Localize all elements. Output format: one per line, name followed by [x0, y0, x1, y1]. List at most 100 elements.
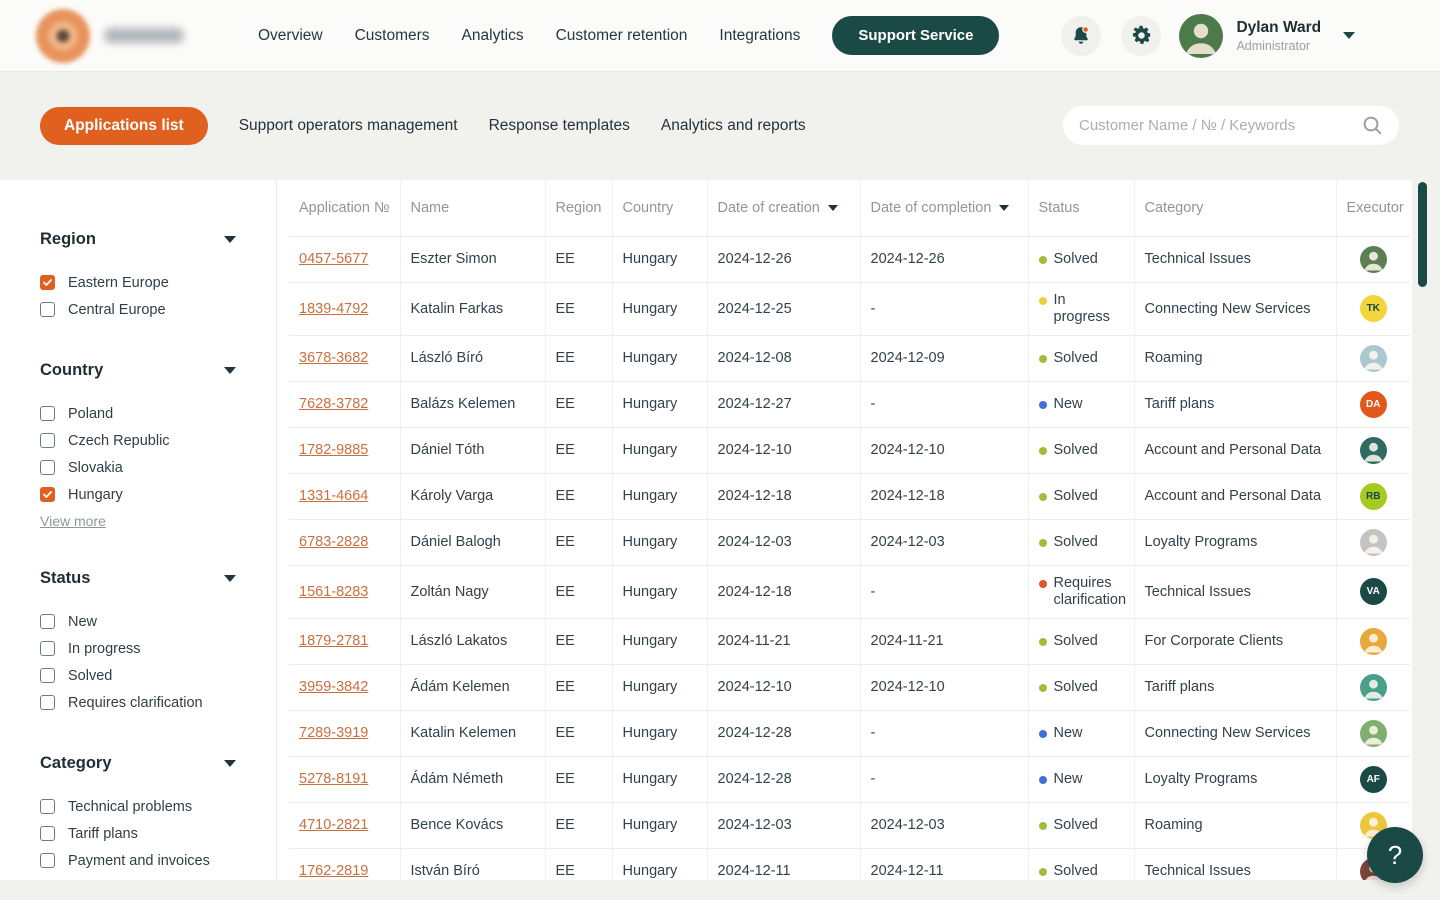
- executor-avatar-initials[interactable]: RB: [1360, 483, 1387, 510]
- country-cell: Hungary: [612, 848, 707, 880]
- executor-avatar-photo[interactable]: [1360, 437, 1387, 464]
- status-dot-requires_clarification: [1039, 580, 1047, 588]
- executor-avatar-photo[interactable]: [1360, 246, 1387, 273]
- sort-descending-icon[interactable]: [828, 205, 838, 211]
- tab-response-templates[interactable]: Response templates: [489, 117, 630, 135]
- application-number-link[interactable]: 1782-9885: [299, 442, 368, 458]
- filter-option-in-progress[interactable]: In progress: [40, 635, 236, 662]
- filter-option-hungary[interactable]: Hungary: [40, 481, 236, 508]
- search-input[interactable]: [1079, 117, 1362, 134]
- brand-logo[interactable]: [36, 9, 236, 63]
- settings-button[interactable]: [1121, 16, 1161, 56]
- region-cell: EE: [545, 756, 612, 802]
- application-number-link[interactable]: 7628-3782: [299, 396, 368, 412]
- filter-header-region[interactable]: Region: [40, 230, 236, 249]
- executor-avatar-photo[interactable]: [1360, 674, 1387, 701]
- executor-avatar-initials[interactable]: TK: [1360, 295, 1387, 322]
- application-number-link[interactable]: 4710-2821: [299, 817, 368, 833]
- filter-header-country[interactable]: Country: [40, 361, 236, 380]
- country-cell: Hungary: [612, 282, 707, 335]
- nav-link-overview[interactable]: Overview: [258, 27, 323, 45]
- status-indicator: New: [1039, 725, 1124, 742]
- checkbox[interactable]: [40, 614, 55, 629]
- help-button[interactable]: ?: [1367, 827, 1423, 883]
- filter-header-category[interactable]: Category: [40, 754, 236, 773]
- tab-analytics-and-reports[interactable]: Analytics and reports: [661, 117, 806, 135]
- filter-header-status[interactable]: Status: [40, 569, 236, 588]
- application-number-link[interactable]: 1879-2781: [299, 633, 368, 649]
- view-more-link[interactable]: View more: [40, 513, 106, 529]
- application-number-link[interactable]: 7289-3919: [299, 725, 368, 741]
- filter-option-label: New: [68, 614, 97, 630]
- search-box[interactable]: [1063, 106, 1399, 145]
- executor-avatar-initials[interactable]: AF: [1360, 766, 1387, 793]
- executor-avatar-photo[interactable]: [1360, 628, 1387, 655]
- region-cell: EE: [545, 381, 612, 427]
- executor-avatar-photo[interactable]: [1360, 529, 1387, 556]
- support-service-button[interactable]: Support Service: [832, 16, 999, 55]
- checkbox[interactable]: [40, 460, 55, 475]
- application-number-link[interactable]: 1762-2819: [299, 863, 368, 879]
- filter-option-solved[interactable]: Solved: [40, 662, 236, 689]
- application-number-link[interactable]: 6783-2828: [299, 534, 368, 550]
- checkbox-checked[interactable]: [40, 487, 55, 502]
- checkbox[interactable]: [40, 826, 55, 841]
- sort-descending-icon[interactable]: [999, 205, 1009, 211]
- status-dot-solved: [1039, 638, 1047, 646]
- checkbox[interactable]: [40, 695, 55, 710]
- application-number-link[interactable]: 0457-5677: [299, 251, 368, 267]
- nav-link-analytics[interactable]: Analytics: [462, 27, 524, 45]
- table-row: 6783-2828Dániel BaloghEEHungary2024-12-0…: [289, 519, 1410, 565]
- executor-avatar-photo[interactable]: [1360, 720, 1387, 747]
- filter-option-tariff-plans[interactable]: Tariff plans: [40, 820, 236, 847]
- filter-option-eastern-europe[interactable]: Eastern Europe: [40, 269, 236, 296]
- application-number-link[interactable]: 3678-3682: [299, 350, 368, 366]
- executor-avatar-photo[interactable]: [1360, 345, 1387, 372]
- checkbox-checked[interactable]: [40, 275, 55, 290]
- filter-option-slovakia[interactable]: Slovakia: [40, 454, 236, 481]
- tab-support-operators-management[interactable]: Support operators management: [239, 117, 458, 135]
- tab-applications-list[interactable]: Applications list: [40, 107, 208, 145]
- filter-option-technical-problems[interactable]: Technical problems: [40, 793, 236, 820]
- table-row: 1762-2819István BíróEEHungary2024-12-112…: [289, 848, 1410, 880]
- application-number-link[interactable]: 5278-8191: [299, 771, 368, 787]
- column-header-label: Category: [1145, 200, 1204, 216]
- filter-option-payment-and-invoices[interactable]: Payment and invoices: [40, 847, 236, 874]
- filter-option-central-europe[interactable]: Central Europe: [40, 296, 236, 323]
- category-cell: Roaming: [1134, 802, 1336, 848]
- filter-option-requires-clarification[interactable]: Requires clarification: [40, 689, 236, 716]
- date-of-creation-cell: 2024-12-25: [707, 282, 860, 335]
- nav-link-integrations[interactable]: Integrations: [719, 27, 800, 45]
- checkbox[interactable]: [40, 406, 55, 421]
- application-number-link[interactable]: 1561-8283: [299, 584, 368, 600]
- date-of-creation-cell: 2024-12-11: [707, 848, 860, 880]
- category-cell: Connecting New Services: [1134, 282, 1336, 335]
- checkbox[interactable]: [40, 853, 55, 868]
- status-label: New: [1054, 725, 1083, 742]
- column-header-region: Region: [545, 180, 612, 236]
- notifications-button[interactable]: [1061, 16, 1101, 56]
- date-of-completion-cell: -: [860, 381, 1028, 427]
- view-more-link[interactable]: View more: [40, 879, 106, 880]
- filter-option-czech-republic[interactable]: Czech Republic: [40, 427, 236, 454]
- date-of-completion-cell: 2024-12-10: [860, 427, 1028, 473]
- nav-link-customer-retention[interactable]: Customer retention: [556, 27, 688, 45]
- table-scrollbar-thumb[interactable]: [1418, 182, 1427, 287]
- nav-link-customers[interactable]: Customers: [355, 27, 430, 45]
- checkbox[interactable]: [40, 799, 55, 814]
- checkbox[interactable]: [40, 641, 55, 656]
- executor-avatar-initials[interactable]: VA: [1360, 578, 1387, 605]
- checkbox[interactable]: [40, 668, 55, 683]
- application-number-link[interactable]: 1839-4792: [299, 301, 368, 317]
- user-menu[interactable]: Dylan Ward Administrator: [1179, 14, 1355, 58]
- application-number-link[interactable]: 3959-3842: [299, 679, 368, 695]
- filter-option-poland[interactable]: Poland: [40, 400, 236, 427]
- checkbox[interactable]: [40, 433, 55, 448]
- application-number-link[interactable]: 1331-4664: [299, 488, 368, 504]
- search-icon[interactable]: [1362, 115, 1383, 136]
- category-cell: Tariff plans: [1134, 664, 1336, 710]
- filter-option-new[interactable]: New: [40, 608, 236, 635]
- checkbox[interactable]: [40, 302, 55, 317]
- executor-cell: [1336, 236, 1410, 282]
- executor-avatar-initials[interactable]: DA: [1360, 391, 1387, 418]
